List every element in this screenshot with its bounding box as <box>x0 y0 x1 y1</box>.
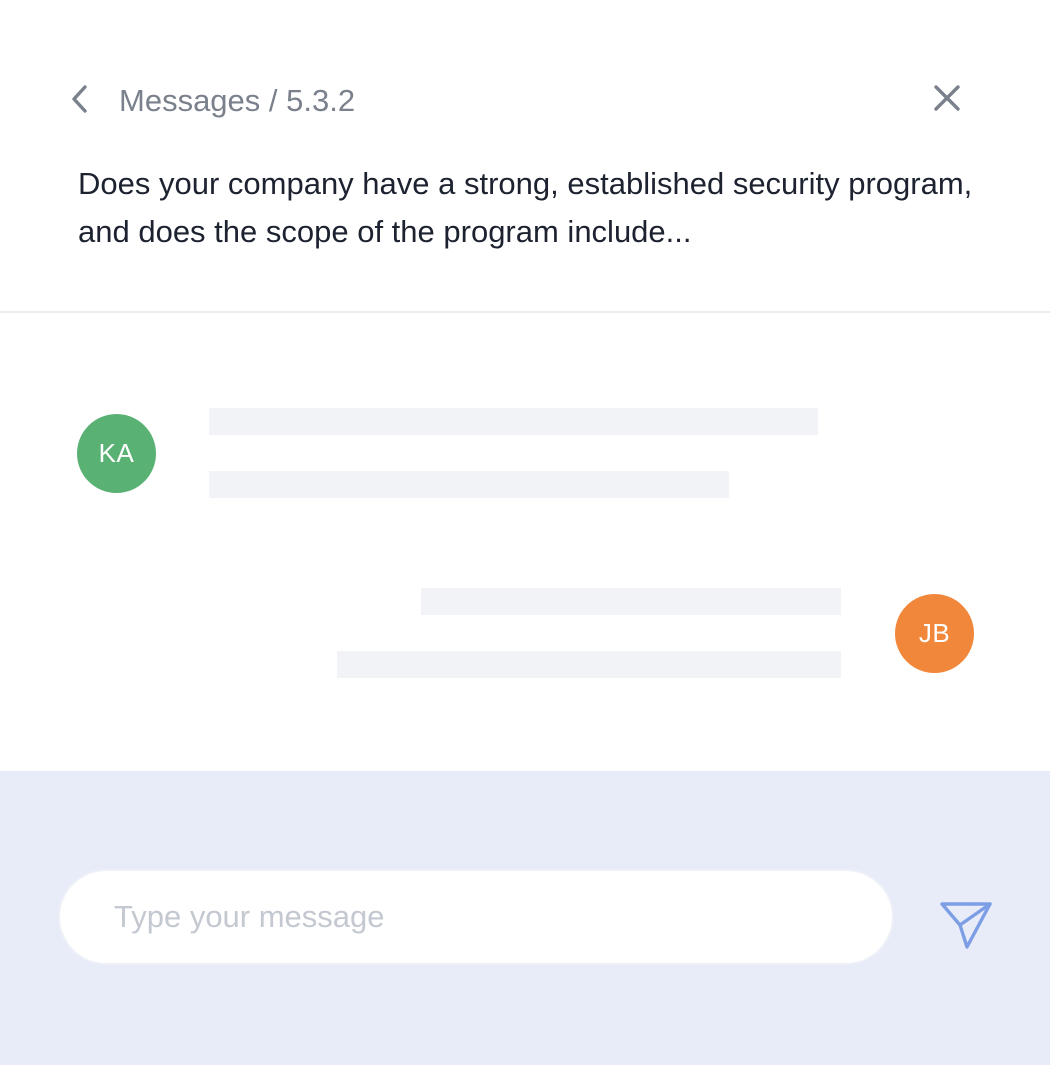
message-composer <box>0 771 1050 1065</box>
message-placeholder-line <box>209 471 729 498</box>
message-placeholder-line <box>337 651 841 678</box>
message-input[interactable] <box>58 869 894 965</box>
panel-header: Messages / 5.3.2 Does your company have … <box>0 0 1050 313</box>
avatar: JB <box>895 594 974 673</box>
send-button[interactable] <box>936 897 996 953</box>
message-thread: KA JB <box>0 313 1050 771</box>
question-text: Does your company have a strong, establi… <box>78 166 973 249</box>
breadcrumb: Messages / 5.3.2 <box>119 83 356 118</box>
messages-panel: Messages / 5.3.2 Does your company have … <box>0 0 1050 1065</box>
back-button[interactable] <box>64 80 96 118</box>
close-icon <box>934 85 960 111</box>
avatar: KA <box>77 414 156 493</box>
message-placeholder-line <box>209 408 818 435</box>
message-placeholder-line <box>421 588 841 615</box>
chevron-left-icon <box>72 85 87 113</box>
send-icon <box>940 902 992 949</box>
close-button[interactable] <box>928 79 966 117</box>
